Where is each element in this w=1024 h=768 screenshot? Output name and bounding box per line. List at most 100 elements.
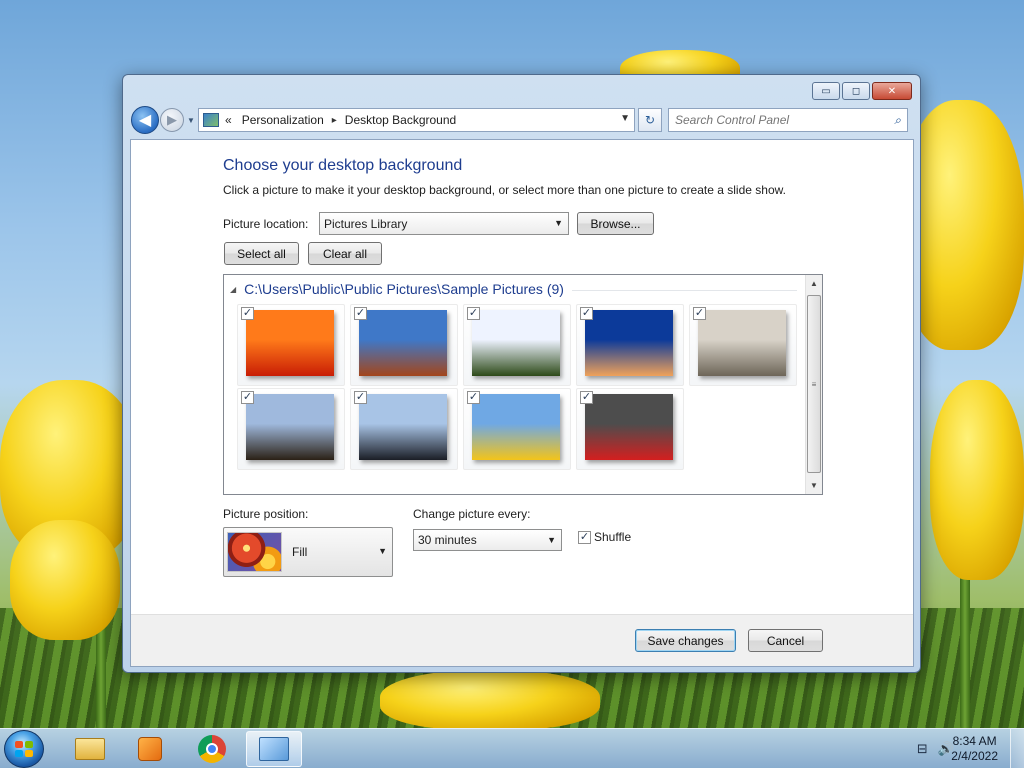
picture-location-value: Pictures Library: [324, 216, 408, 231]
picture-thumbnail: [472, 394, 560, 460]
picture-thumbnail: [359, 394, 447, 460]
address-bar[interactable]: « Personalization ▸ Desktop Background ▼: [198, 108, 635, 132]
picture-location-label: Picture location:: [223, 217, 309, 231]
back-button[interactable]: ◀: [131, 106, 159, 134]
picture-thumbnail: [585, 394, 673, 460]
picture-tile[interactable]: ✓: [237, 388, 345, 470]
change-interval-select[interactable]: 30 minutes ▼: [413, 529, 562, 551]
picture-tile[interactable]: ✓: [350, 388, 458, 470]
picture-location-select[interactable]: Pictures Library ▼: [319, 212, 569, 235]
chevron-down-icon: ▼: [554, 218, 563, 228]
dialog-footer: Save changes Cancel: [131, 614, 913, 666]
picture-checkbox[interactable]: ✓: [467, 307, 480, 320]
picture-group-title: C:\Users\Public\Public Pictures\Sample P…: [244, 281, 564, 297]
close-button[interactable]: ✕: [872, 82, 912, 100]
clear-all-button[interactable]: Clear all: [308, 242, 382, 265]
picture-position-select[interactable]: Fill ▼: [223, 527, 393, 577]
picture-tile[interactable]: ✓: [350, 304, 458, 386]
recent-pages-button[interactable]: ▼: [186, 116, 196, 125]
control-panel-icon: [259, 737, 289, 761]
address-dropdown-icon[interactable]: ▼: [620, 113, 630, 124]
select-all-button[interactable]: Select all: [224, 242, 299, 265]
page-title: Choose your desktop background: [223, 157, 463, 174]
picture-thumbnail: [246, 394, 334, 460]
control-panel-icon: [203, 113, 219, 127]
picture-checkbox[interactable]: ✓: [693, 307, 706, 320]
taskbar-explorer[interactable]: [62, 731, 118, 767]
start-button[interactable]: [4, 730, 44, 768]
shuffle-checkbox[interactable]: ✓ Shuffle: [578, 530, 631, 544]
shuffle-check-icon[interactable]: ✓: [578, 530, 591, 544]
forward-button[interactable]: ▶: [160, 108, 184, 132]
chrome-icon: [198, 735, 226, 763]
cancel-button[interactable]: Cancel: [748, 629, 823, 652]
minimize-button[interactable]: ▭: [812, 82, 840, 100]
clock-time: 8:34 AM: [952, 734, 997, 748]
picture-tile[interactable]: ✓: [689, 304, 797, 386]
picture-list-scrollbar[interactable]: ▲ ≡ ▼: [805, 275, 822, 494]
refresh-icon: ↻: [644, 113, 656, 127]
picture-position-value: Fill: [292, 545, 308, 559]
picture-tile[interactable]: ✓: [576, 388, 684, 470]
scroll-down-button[interactable]: ▼: [806, 477, 822, 494]
search-icon[interactable]: ⌕: [894, 113, 901, 128]
save-changes-button[interactable]: Save changes: [635, 629, 736, 652]
picture-checkbox[interactable]: ✓: [241, 391, 254, 404]
taskbar-media-player[interactable]: [122, 731, 178, 767]
wallpaper-tulip: [930, 380, 1024, 580]
content-panel: Choose your desktop background Click a p…: [130, 139, 914, 667]
picture-tile[interactable]: ✓: [576, 304, 684, 386]
change-interval-value: 30 minutes: [418, 533, 477, 547]
picture-tile[interactable]: ✓: [237, 304, 345, 386]
picture-tile[interactable]: ✓: [463, 388, 571, 470]
breadcrumb-overflow[interactable]: «: [225, 113, 232, 127]
picture-thumbnail: [246, 310, 334, 376]
navigation-bar: ◀ ▶ ▼ « Personalization ▸ Desktop Backgr…: [131, 106, 912, 134]
media-player-icon: [138, 737, 162, 761]
breadcrumb-separator-icon[interactable]: ▸: [332, 115, 337, 126]
desktop-background-window: ▭ ◻ ✕ ◀ ▶ ▼ « Personalization ▸ Desktop …: [122, 74, 921, 673]
collapse-group-icon[interactable]: ◢: [230, 285, 236, 294]
refresh-button[interactable]: ↻: [638, 108, 662, 132]
search-box: ⌕: [668, 108, 908, 132]
change-interval-label: Change picture every:: [413, 507, 531, 521]
maximize-button[interactable]: ◻: [842, 82, 870, 100]
windows-logo-icon: [15, 741, 33, 757]
taskbar-chrome[interactable]: [184, 731, 240, 767]
picture-checkbox[interactable]: ✓: [580, 307, 593, 320]
chevron-down-icon: ▼: [547, 535, 556, 545]
picture-checkbox[interactable]: ✓: [241, 307, 254, 320]
scroll-thumb[interactable]: ≡: [807, 295, 821, 473]
scroll-up-button[interactable]: ▲: [806, 275, 822, 292]
picture-thumbnail: [359, 310, 447, 376]
search-input[interactable]: [675, 113, 885, 127]
position-preview-image: [227, 532, 282, 572]
folder-icon: [75, 738, 105, 760]
picture-checkbox[interactable]: ✓: [354, 307, 367, 320]
back-arrow-icon: ◀: [138, 112, 152, 129]
picture-checkbox[interactable]: ✓: [580, 391, 593, 404]
picture-group-header[interactable]: ◢ C:\Users\Public\Public Pictures\Sample…: [230, 281, 564, 297]
clock[interactable]: 8:34 AM 2/4/2022: [951, 734, 998, 764]
wallpaper-tulip: [380, 670, 600, 730]
picture-position-label: Picture position:: [223, 507, 309, 521]
system-tray: ⊟ 🔊: [917, 741, 954, 757]
picture-tile[interactable]: ✓: [463, 304, 571, 386]
picture-thumbnail: [698, 310, 786, 376]
taskbar: ⊟ 🔊 8:34 AM 2/4/2022: [0, 728, 1024, 768]
picture-list: ◢ C:\Users\Public\Public Pictures\Sample…: [223, 274, 823, 495]
group-divider: [572, 290, 797, 291]
picture-thumbnail: [472, 310, 560, 376]
breadcrumb-desktop-background[interactable]: Desktop Background: [345, 113, 456, 127]
show-desktop-button[interactable]: [1010, 729, 1024, 768]
breadcrumb-personalization[interactable]: Personalization: [242, 113, 324, 127]
picture-checkbox[interactable]: ✓: [467, 391, 480, 404]
browse-button[interactable]: Browse...: [577, 212, 654, 235]
page-description: Click a picture to make it your desktop …: [223, 183, 786, 197]
grip-icon: ≡: [811, 379, 817, 389]
picture-checkbox[interactable]: ✓: [354, 391, 367, 404]
taskbar-control-panel[interactable]: [246, 731, 302, 767]
wallpaper-tulip: [10, 520, 120, 640]
caption-buttons: ▭ ◻ ✕: [812, 82, 912, 100]
network-icon[interactable]: ⊟: [917, 741, 928, 757]
